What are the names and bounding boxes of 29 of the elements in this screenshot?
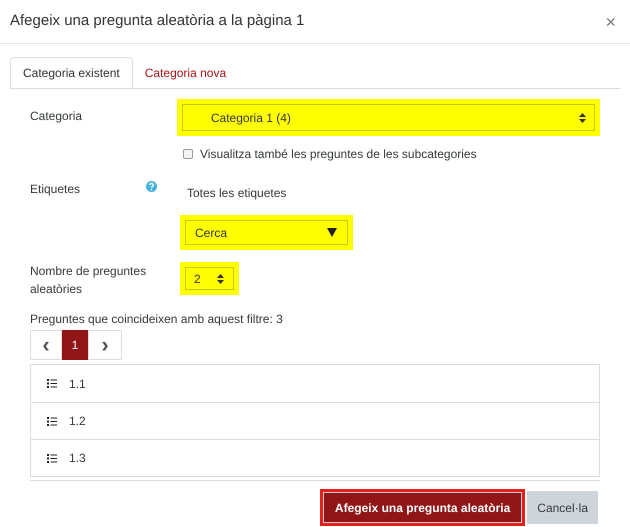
next-page-button[interactable]: › [88, 330, 122, 360]
list-icon [47, 379, 57, 388]
category-select[interactable]: Categoria 1 (4) [182, 104, 595, 131]
page-button[interactable]: 1 [62, 330, 88, 360]
filter-count-text: Preguntes que coincideixen amb aquest filtre: 3 [30, 311, 284, 328]
dialog-title: Afegeix una pregunta aleatòria a la pàgina 1 [10, 11, 304, 32]
add-question-button[interactable]: Afegeix una pregunta aleatòria [320, 489, 526, 526]
count-select[interactable]: 2 [185, 267, 234, 290]
previous-page-button[interactable]: ‹ [30, 330, 62, 360]
field-label: Nombre de preguntes aleatòries [30, 263, 148, 298]
sort-arrows-icon [579, 112, 586, 122]
help-icon[interactable] [146, 181, 157, 192]
list-icon [47, 416, 57, 426]
field-label: Etiquetes [30, 181, 82, 198]
question-label: 1.3 [69, 450, 86, 467]
tab[interactable]: Categoria existent [10, 57, 133, 88]
tab[interactable]: Categoria nova [132, 57, 238, 88]
tags-value: Totes les etiquetes [187, 185, 286, 202]
question-label: 1.1 [69, 376, 86, 392]
question-label: 1.2 [69, 413, 86, 430]
close-button[interactable]: × [605, 12, 616, 30]
checkbox-label: Visualitza també les preguntes de les subcategories [200, 146, 477, 163]
tag-search-field[interactable]: Cerca [185, 220, 348, 245]
checkbox[interactable] [183, 149, 193, 159]
cancel-button[interactable]: Cancel·la [527, 491, 598, 524]
dropdown-triangle-icon [327, 228, 337, 237]
list-icon [47, 454, 57, 462]
sort-arrows-icon [217, 274, 224, 284]
field-label: Categoria [30, 108, 84, 125]
